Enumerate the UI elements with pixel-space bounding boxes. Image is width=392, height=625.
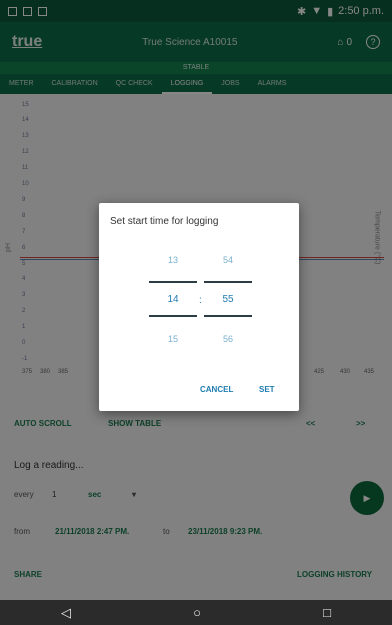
minute-selected[interactable]: 55 [204, 294, 252, 305]
picker-divider [149, 315, 197, 317]
minute-option[interactable]: 56 [204, 334, 252, 344]
home-icon[interactable]: ○ [193, 605, 201, 620]
minute-picker[interactable]: 54 55 56 [204, 253, 252, 353]
hour-selected[interactable]: 14 [149, 294, 197, 305]
recents-icon[interactable]: □ [323, 605, 331, 620]
cancel-button[interactable]: CANCEL [200, 385, 233, 394]
navigation-bar: ◁ ○ □ [0, 600, 392, 625]
hour-picker[interactable]: 13 14 15 [149, 253, 197, 353]
minute-option[interactable]: 54 [204, 255, 252, 265]
time-separator: : [199, 295, 202, 306]
back-icon[interactable]: ◁ [61, 605, 71, 621]
time-picker-dialog: Set start time for logging 13 14 15 : 54… [99, 203, 299, 411]
hour-option[interactable]: 15 [149, 334, 197, 344]
picker-divider [204, 281, 252, 283]
picker-divider [149, 281, 197, 283]
picker-divider [204, 315, 252, 317]
hour-option[interactable]: 13 [149, 255, 197, 265]
dialog-title: Set start time for logging [110, 216, 219, 227]
set-button[interactable]: SET [259, 385, 275, 394]
